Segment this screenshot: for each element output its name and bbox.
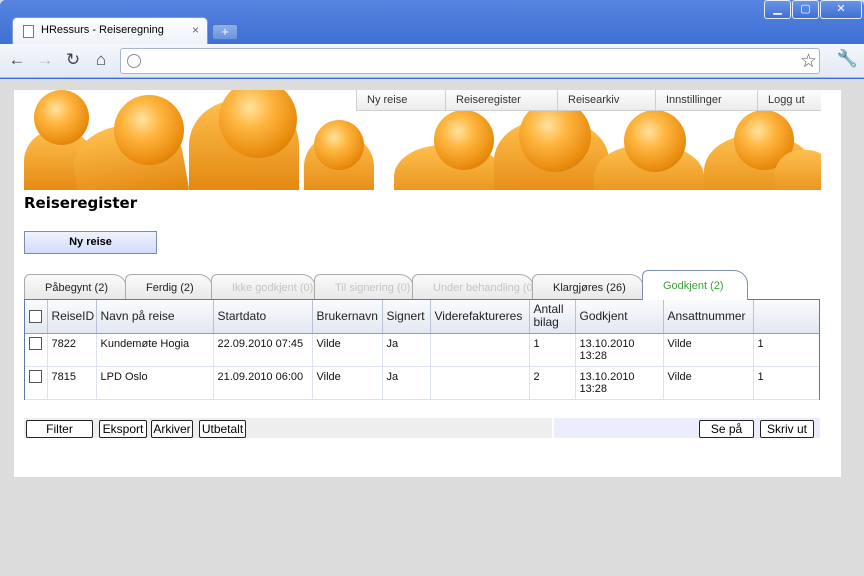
browser-window: HRessurs - Reiseregning × + ▁ ▢ ✕ ← → ↻ … xyxy=(0,0,864,576)
trips-table: ReiseID Navn på reise Startdato Brukerna… xyxy=(24,299,820,400)
select-all-checkbox[interactable] xyxy=(29,309,42,323)
row-checkbox[interactable] xyxy=(29,369,42,383)
top-navigation: Ny reise Reiseregister Reisearkiv Innsti… xyxy=(356,90,821,111)
tab-til-signering: Til signering (0) xyxy=(314,274,414,300)
table-row[interactable]: 7815 LPD Oslo 21.09.2010 06:00 Vilde Ja … xyxy=(25,366,819,400)
tab-ikke-godkjent: Ikke godkjent (0) xyxy=(211,274,316,300)
page: Ny reise Reiseregister Reisearkiv Innsti… xyxy=(14,90,841,477)
cell-godkjent: 13.10.2010 13:28 xyxy=(575,333,664,367)
tab-godkjent[interactable]: Godkjent (2) xyxy=(642,270,748,300)
tab-klargjores[interactable]: Klargjøres (26) xyxy=(532,274,644,300)
forward-icon[interactable]: → xyxy=(34,50,56,72)
cell-signert: Ja xyxy=(382,366,431,400)
new-trip-button[interactable]: Ny reise xyxy=(24,231,157,254)
col-extra xyxy=(753,300,819,334)
tab-under-behandling: Under behandling (0) xyxy=(412,274,536,300)
cell-ansattnummer: Vilde xyxy=(663,333,754,367)
table-header-row: ReiseID Navn på reise Startdato Brukerna… xyxy=(25,300,819,334)
wrench-icon[interactable]: 🔧 xyxy=(837,49,858,69)
bookmark-star-icon[interactable]: ☆ xyxy=(800,50,817,73)
cell-navn: Kundemøte Hogia xyxy=(96,333,214,367)
view-button[interactable]: Se på xyxy=(699,420,754,438)
col-brukernavn[interactable]: Brukernavn xyxy=(312,300,383,334)
address-bar[interactable]: ☆ xyxy=(120,48,820,74)
cell-signert: Ja xyxy=(382,333,431,367)
col-startdato[interactable]: Startdato xyxy=(213,300,313,334)
globe-icon xyxy=(127,54,141,68)
action-bar: Filter Eksport Arkiver Utbetalt Se på Sk… xyxy=(24,418,820,438)
cell-antall-bilag: 1 xyxy=(529,333,576,367)
nav-reiseregister[interactable]: Reiseregister xyxy=(445,90,557,110)
cell-navn: LPD Oslo xyxy=(96,366,214,400)
cell-startdato: 22.09.2010 07:45 xyxy=(213,333,313,367)
tab-ferdig[interactable]: Ferdig (2) xyxy=(125,274,213,300)
banner-image: Ny reise Reiseregister Reisearkiv Innsti… xyxy=(14,90,821,190)
cell-viderefaktureres xyxy=(430,333,530,367)
col-viderefaktureres[interactable]: Viderefaktureres xyxy=(430,300,530,334)
page-icon xyxy=(23,25,34,38)
nav-innstillinger[interactable]: Innstillinger xyxy=(655,90,757,110)
window-controls: ▁ ▢ ✕ xyxy=(763,0,862,19)
cell-brukernavn: Vilde xyxy=(312,366,383,400)
export-button[interactable]: Eksport xyxy=(99,420,147,438)
nav-reisearkiv[interactable]: Reisearkiv xyxy=(557,90,655,110)
print-button[interactable]: Skriv ut xyxy=(760,420,814,438)
col-ansattnummer[interactable]: Ansattnummer xyxy=(663,300,754,334)
col-reiseid[interactable]: ReiseID xyxy=(47,300,97,334)
cell-ansattnummer: Vilde xyxy=(663,366,754,400)
cell-antall-bilag: 2 xyxy=(529,366,576,400)
cell-reiseid: 7815 xyxy=(47,366,97,400)
nav-logg-ut[interactable]: Logg ut xyxy=(757,90,821,110)
browser-toolbar: ← → ↻ ⌂ ☆ 🔧 xyxy=(0,44,864,78)
cell-godkjent: 13.10.2010 13:28 xyxy=(575,366,664,400)
tab-close-icon[interactable]: × xyxy=(192,23,199,37)
paid-button[interactable]: Utbetalt xyxy=(199,420,246,438)
cell-startdato: 21.09.2010 06:00 xyxy=(213,366,313,400)
table-row[interactable]: 7822 Kundemøte Hogia 22.09.2010 07:45 Vi… xyxy=(25,333,819,367)
col-antall-bilag[interactable]: Antall bilag xyxy=(529,300,576,334)
col-godkjent[interactable]: Godkjent xyxy=(575,300,664,334)
back-icon[interactable]: ← xyxy=(6,50,28,72)
page-title: Reiseregister xyxy=(24,194,138,212)
window-close-button[interactable]: ✕ xyxy=(820,0,862,19)
archive-button[interactable]: Arkiver xyxy=(151,420,193,438)
cell-viderefaktureres xyxy=(430,366,530,400)
content-area: Ny reise Reiseregister Reisearkiv Innsti… xyxy=(0,79,864,576)
home-icon[interactable]: ⌂ xyxy=(90,50,112,72)
cell-brukernavn: Vilde xyxy=(312,333,383,367)
browser-tab-title: HRessurs - Reiseregning xyxy=(41,24,164,36)
cell-extra: 1 xyxy=(753,366,819,400)
tab-pabegynt[interactable]: Påbegynt (2) xyxy=(24,274,127,300)
filter-button[interactable]: Filter xyxy=(26,420,93,438)
status-tabs: Påbegynt (2) Ferdig (2) Ikke godkjent (0… xyxy=(24,270,830,300)
minimize-button[interactable]: ▁ xyxy=(764,0,791,19)
row-checkbox[interactable] xyxy=(29,336,42,350)
nav-ny-reise[interactable]: Ny reise xyxy=(357,90,445,110)
title-bar: HRessurs - Reiseregning × + ▁ ▢ ✕ xyxy=(0,0,864,44)
cell-extra: 1 xyxy=(753,333,819,367)
browser-tab[interactable]: HRessurs - Reiseregning × xyxy=(12,17,208,44)
maximize-button[interactable]: ▢ xyxy=(792,0,819,19)
reload-icon[interactable]: ↻ xyxy=(62,50,84,72)
col-navn[interactable]: Navn på reise xyxy=(96,300,214,334)
cell-reiseid: 7822 xyxy=(47,333,97,367)
col-signert[interactable]: Signert xyxy=(382,300,431,334)
new-tab-button[interactable]: + xyxy=(212,24,238,40)
